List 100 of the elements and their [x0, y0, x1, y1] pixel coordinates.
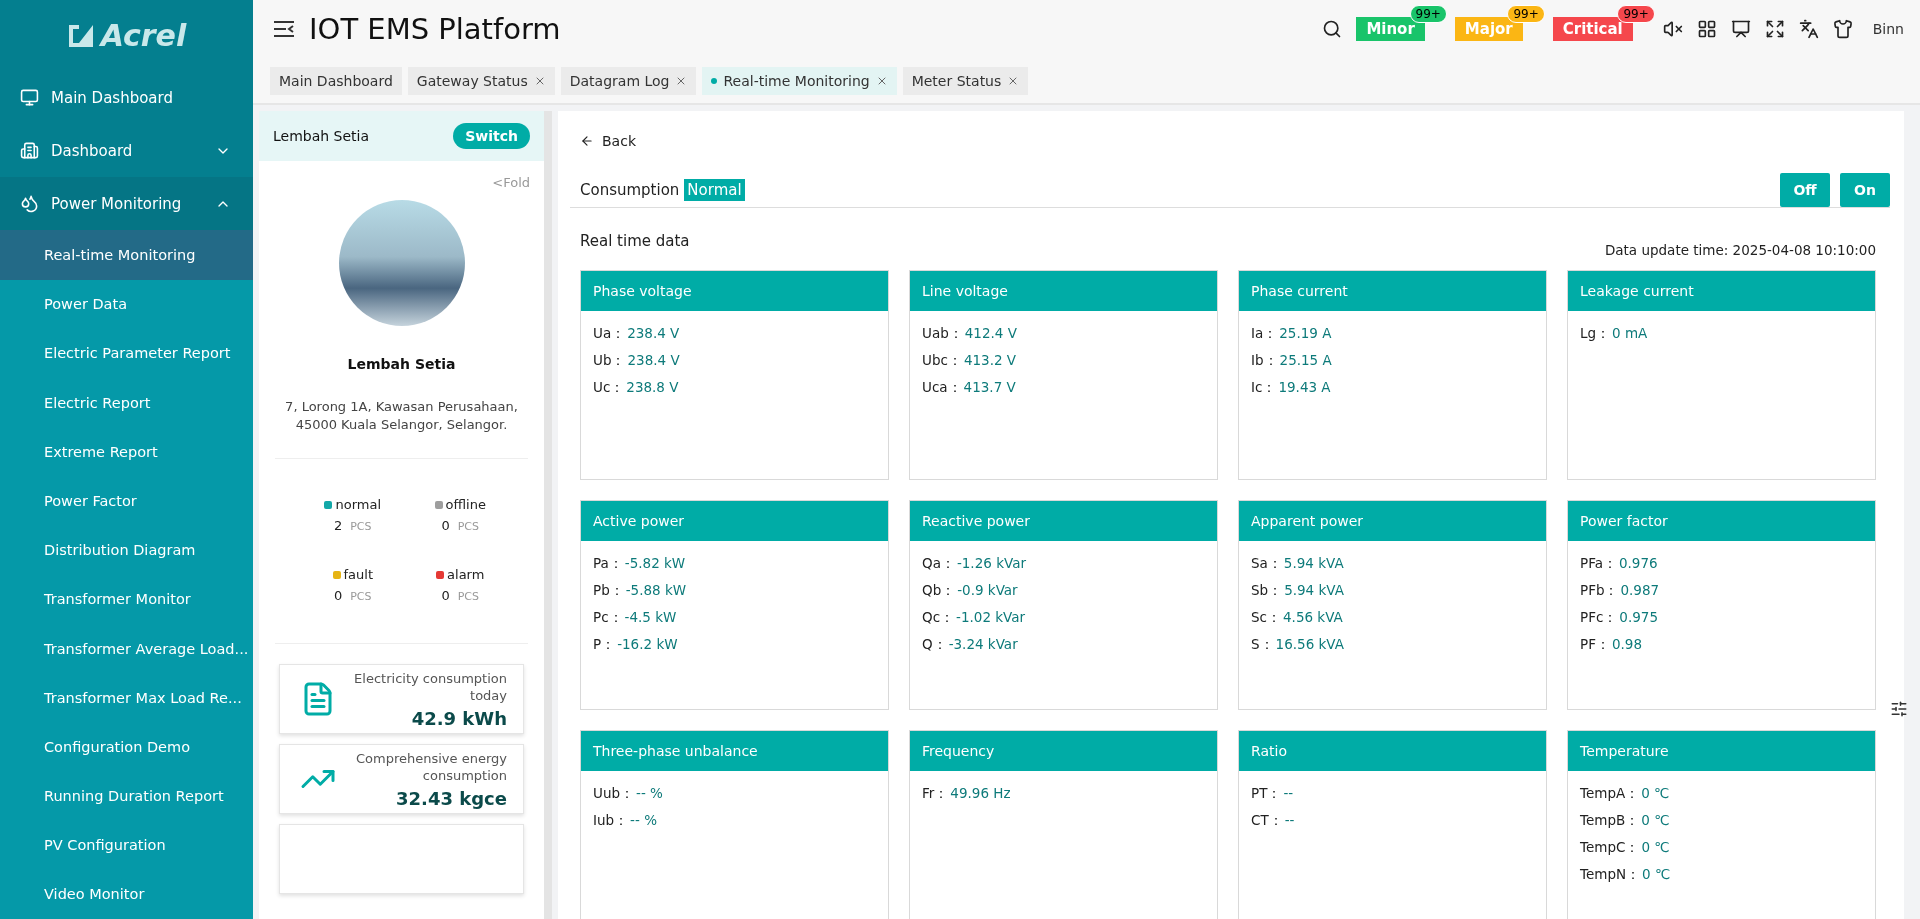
switch-button[interactable]: Switch	[453, 123, 530, 149]
alert-level-button[interactable]: Minor	[1356, 17, 1425, 41]
reading-text: CT：--	[1251, 812, 1295, 830]
sidebar-subitem[interactable]: Configuration Demo	[0, 722, 253, 772]
fullscreen-icon[interactable]	[1764, 19, 1785, 39]
page-tab[interactable]: Datagram Log	[560, 66, 697, 95]
power-button[interactable]: Off	[1780, 173, 1830, 207]
search-icon[interactable]	[1322, 19, 1343, 39]
reading-text: TempC：0 ℃	[1580, 839, 1670, 857]
reading-text: Ia：25.19 A	[1251, 325, 1332, 343]
card-title: Apparent power	[1239, 501, 1546, 541]
reading-text: PF：0.98	[1580, 636, 1642, 654]
sidebar-subitem[interactable]: Transformer Monitor	[0, 574, 253, 624]
status-label: offline	[445, 497, 486, 512]
fold-link[interactable]: <Fold	[492, 175, 530, 190]
tab-label: Datagram Log	[569, 72, 670, 89]
reading-text: PFa：0.976	[1580, 555, 1658, 573]
reading-text: Pa：-5.82 kW	[593, 555, 686, 573]
reading-text: Ua：238.4 V	[593, 325, 680, 343]
sidebar-subitem[interactable]: Distribution Diagram	[0, 525, 253, 575]
site-title: Lembah Setia	[347, 356, 456, 372]
unit-label: PCS	[457, 520, 480, 533]
alert-count-badge: 99+	[1409, 5, 1447, 23]
reading-text: Qb：-0.9 kVar	[922, 582, 1018, 600]
reading-text: PFb：0.987	[1580, 582, 1660, 600]
active-dot-icon	[711, 77, 718, 84]
sidebar-subitem[interactable]: Extreme Report	[0, 427, 253, 477]
consumption-label: Consumption	[580, 181, 680, 199]
reading-text: Ubc：413.2 V	[922, 352, 1017, 370]
sidebar-subitem[interactable]: PV Configuration	[0, 820, 253, 870]
reading-text: Iub：-- %	[593, 812, 657, 830]
site-name: Lembah Setia	[273, 128, 370, 144]
reading-text: Ic：19.43 A	[1251, 379, 1331, 397]
grid-icon[interactable]	[1696, 19, 1717, 39]
card-title: Frequency	[910, 731, 1217, 771]
site-address: 7, Lorong 1A, Kawasan Perusahaan, 45000 Kuala Selangor, Selangor.	[284, 398, 519, 434]
translate-icon[interactable]	[1798, 19, 1819, 39]
settings-icon[interactable]	[1890, 700, 1908, 718]
stat-label: Comprehensive energy consumption	[355, 749, 507, 784]
alert-level-button[interactable]: Critical	[1552, 17, 1633, 41]
tab-label: Gateway Status	[416, 72, 528, 89]
card-title: Phase voltage	[581, 271, 888, 311]
app-title: IOT EMS Platform	[309, 12, 562, 46]
sidebar-subitem[interactable]: Video Monitor	[0, 869, 253, 919]
sidebar-subitem[interactable]: Electric Report	[0, 378, 253, 428]
tab-label: Meter Status	[911, 72, 1002, 89]
page-tab[interactable]: Real-time Monitoring	[702, 66, 897, 95]
sidebar-subitem[interactable]: Power Data	[0, 279, 253, 329]
card-title: Leakage current	[1568, 271, 1875, 311]
power-button[interactable]: On	[1840, 173, 1890, 207]
chart-board-icon[interactable]	[1730, 19, 1751, 39]
sidebar-item[interactable]: Main Dashboard	[0, 71, 253, 125]
stat-label: Electricity consumption today	[353, 669, 507, 704]
mute-icon[interactable]	[1662, 19, 1683, 39]
reading-text: PFc：0.975	[1580, 609, 1658, 627]
shirt-icon[interactable]	[1832, 19, 1853, 39]
card-title: Reactive power	[910, 501, 1217, 541]
sidebar-item[interactable]: Dashboard	[0, 124, 253, 178]
logo-text: Acrel	[100, 18, 187, 54]
reading-text: Q：-3.24 kVar	[922, 636, 1018, 654]
sidebar-subitem[interactable]: Real-time Monitoring	[0, 230, 253, 280]
reading-text: Sb：5.94 kVA	[1251, 582, 1344, 600]
card-title: Ratio	[1239, 731, 1546, 771]
status-count: 0	[333, 588, 343, 603]
alert-level-button[interactable]: Major	[1454, 17, 1523, 41]
status-count: 0	[441, 588, 450, 603]
reading-text: PT：--	[1251, 785, 1294, 803]
page-tab[interactable]: Meter Status	[902, 66, 1029, 95]
reading-text: S：16.56 kVA	[1251, 636, 1344, 654]
reading-text: Fr：49.96 Hz	[922, 785, 1011, 803]
reading-text: Qa：-1.26 kVar	[922, 555, 1026, 573]
reading-text: Lg：0 mA	[1580, 325, 1648, 343]
reading-text: Pb：-5.88 kW	[593, 582, 687, 600]
status-label: normal	[335, 497, 382, 512]
section-title: Real time data	[580, 232, 690, 250]
back-link[interactable]: Back	[580, 133, 1890, 149]
card-title: Power factor	[1568, 501, 1875, 541]
consumption-status-tag: Normal	[684, 179, 745, 201]
sidebar-subitem[interactable]: Transformer Average Load...	[0, 623, 253, 674]
page-tab[interactable]: Gateway Status	[407, 66, 555, 95]
reading-text: Ub：238.4 V	[593, 352, 680, 370]
sidebar-subitem[interactable]: Transformer Max Load Re...	[0, 673, 253, 723]
sidebar-item[interactable]: Power Monitoring	[0, 177, 253, 231]
card-title: Phase current	[1239, 271, 1546, 311]
sidebar-subitem[interactable]: Electric Parameter Report	[0, 328, 253, 378]
sidebar-subitem[interactable]: Running Duration Report	[0, 771, 253, 821]
alert-count-badge: 99+	[1617, 5, 1655, 23]
alert-count-badge: 99+	[1507, 5, 1545, 23]
reading-text: Sa：5.94 kVA	[1251, 555, 1344, 573]
stat-value: 32.43 kgce	[396, 787, 507, 809]
tab-label: Main Dashboard	[279, 72, 393, 89]
reading-text: Sc：4.56 kVA	[1251, 609, 1343, 627]
sidebar-subitem[interactable]: Power Factor	[0, 476, 253, 526]
status-label: fault	[343, 567, 373, 582]
tab-label: Real-time Monitoring	[723, 72, 870, 89]
page-tab[interactable]: Main Dashboard	[270, 66, 402, 95]
status-label: alarm	[447, 567, 485, 582]
reading-text: Ib：25.15 A	[1251, 352, 1332, 370]
unit-label: PCS	[350, 590, 372, 603]
user-name[interactable]: Binn	[1872, 21, 1904, 37]
